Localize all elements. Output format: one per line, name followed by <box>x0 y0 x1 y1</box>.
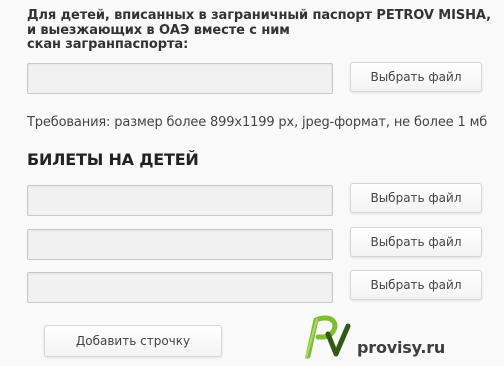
ticket-file-field-1[interactable] <box>27 185 333 216</box>
add-row-button[interactable]: Добавить строчку <box>44 325 222 357</box>
tickets-section-title: БИЛЕТЫ НА ДЕТЕЙ <box>27 150 199 169</box>
passport-label-line-3: скан загранпаспорта: <box>27 37 189 52</box>
provisy-logo-icon <box>305 315 351 359</box>
ticket-file-field-2[interactable] <box>27 229 333 260</box>
requirements-text: Требования: размер более 899x1199 px, jp… <box>27 115 488 130</box>
ticket-choose-file-button-1[interactable]: Выбрать файл <box>350 183 482 213</box>
passport-label-line-2: и выезжающих в ОАЭ вместе с ним <box>27 22 290 38</box>
watermark-site-text: provisy.ru <box>357 338 446 357</box>
passport-label-line-1: Для детей, вписанных в заграничный паспо… <box>27 8 491 23</box>
passport-file-field[interactable] <box>27 63 333 94</box>
ticket-choose-file-button-3[interactable]: Выбрать файл <box>350 270 482 300</box>
ticket-choose-file-button-2[interactable]: Выбрать файл <box>350 227 482 257</box>
passport-upload-label: Для детей, вписанных в заграничный паспо… <box>27 8 497 53</box>
passport-choose-file-button[interactable]: Выбрать файл <box>350 62 482 92</box>
ticket-file-field-3[interactable] <box>27 272 333 303</box>
